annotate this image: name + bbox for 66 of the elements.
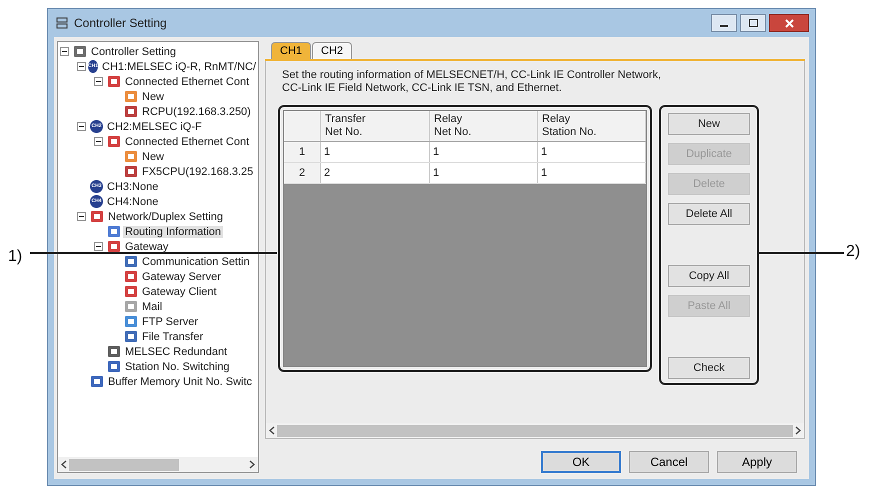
tree-item[interactable]: FX5CPU(192.168.3.25 xyxy=(140,166,256,178)
collapse-icon[interactable] xyxy=(94,137,105,146)
table-cell: 1 xyxy=(321,142,430,162)
tree-item[interactable]: CH4:None xyxy=(105,196,160,208)
collapse-icon[interactable] xyxy=(60,47,71,56)
tree-item[interactable]: Connected Ethernet Cont xyxy=(123,136,252,148)
tree-item[interactable]: Gateway Server xyxy=(140,270,223,282)
column-header: Relay Station No. xyxy=(538,111,646,141)
scroll-left-icon[interactable] xyxy=(269,426,275,435)
description-text: Set the routing information of MELSECNET/H, CC-Link IE Controller Network, CC-Link IE Field Network, CC-Link IE TSN, and Ethernet. xyxy=(282,69,662,95)
tree-item[interactable]: Controller Setting xyxy=(89,46,178,58)
horizontal-scrollbar[interactable] xyxy=(266,423,804,438)
collapse-icon[interactable] xyxy=(77,62,86,71)
tree-item[interactable]: New xyxy=(140,150,166,162)
channel-tab[interactable]: CH2 xyxy=(312,42,352,59)
table-cell: 1 xyxy=(538,163,646,183)
action-button[interactable]: New xyxy=(668,113,750,135)
tree-item[interactable]: Station No. Switching xyxy=(123,360,232,372)
collapse-icon[interactable] xyxy=(77,122,88,131)
tree-item[interactable]: Mail xyxy=(140,300,164,312)
table-cell: 1 xyxy=(430,142,538,162)
window-icon xyxy=(56,17,68,29)
column-header: Transfer Net No. xyxy=(321,111,430,141)
close-button[interactable] xyxy=(769,14,809,32)
tree-item[interactable]: MELSEC Redundant xyxy=(123,346,230,358)
maximize-icon xyxy=(748,19,758,27)
table-cell: 1 xyxy=(430,163,538,183)
row-number: 2 xyxy=(284,163,321,183)
channel-tab[interactable]: CH1 xyxy=(271,42,312,59)
dialog-button[interactable]: Cancel xyxy=(629,451,709,473)
collapse-icon[interactable] xyxy=(77,212,88,221)
tree-item[interactable]: Gateway Client xyxy=(140,286,219,298)
tree-item[interactable]: FTP Server xyxy=(140,316,200,328)
column-header: Relay Net No. xyxy=(430,111,538,141)
tree-item[interactable]: CH1:MELSEC iQ-R, RnMT/NC/ xyxy=(100,60,258,72)
action-button[interactable]: Check xyxy=(668,357,750,379)
tree-item[interactable]: Buffer Memory Unit No. Switc xyxy=(106,376,254,388)
dialog-button[interactable]: Apply xyxy=(717,451,797,473)
collapse-icon[interactable] xyxy=(94,77,105,86)
callout-label: 1) xyxy=(8,248,24,266)
minimize-button[interactable] xyxy=(711,14,737,32)
row-number: 1 xyxy=(284,142,321,162)
maximize-button[interactable] xyxy=(740,14,766,32)
table-cell: 2 xyxy=(321,163,430,183)
tree-item[interactable]: CH3:None xyxy=(105,180,160,192)
callout-label: 2) xyxy=(846,243,862,261)
action-button[interactable]: Copy All xyxy=(668,265,750,287)
scroll-right-icon[interactable] xyxy=(249,460,255,469)
tree-item[interactable]: File Transfer xyxy=(140,330,206,342)
tree-item[interactable]: RCPU(192.168.3.250) xyxy=(140,106,253,118)
tree-item[interactable]: Gateway xyxy=(123,240,170,252)
tree-item[interactable]: Communication Settin xyxy=(140,256,252,268)
horizontal-scrollbar[interactable] xyxy=(58,457,258,472)
window-title: Controller Setting xyxy=(74,16,167,30)
scroll-left-icon[interactable] xyxy=(61,460,67,469)
close-icon xyxy=(784,18,794,28)
action-button[interactable]: Delete All xyxy=(668,203,750,225)
collapse-icon[interactable] xyxy=(94,242,105,251)
tree-item[interactable]: Connected Ethernet Cont xyxy=(123,76,252,88)
tree-item[interactable]: Network/Duplex Setting xyxy=(106,210,225,222)
dialog-button[interactable]: OK xyxy=(541,451,621,473)
tree-item[interactable]: Routing Information xyxy=(123,226,223,238)
table-cell: 1 xyxy=(538,142,646,162)
tree-item[interactable]: New xyxy=(140,90,166,102)
tree-item[interactable]: CH2:MELSEC iQ-F xyxy=(105,120,204,132)
scroll-right-icon[interactable] xyxy=(795,426,801,435)
